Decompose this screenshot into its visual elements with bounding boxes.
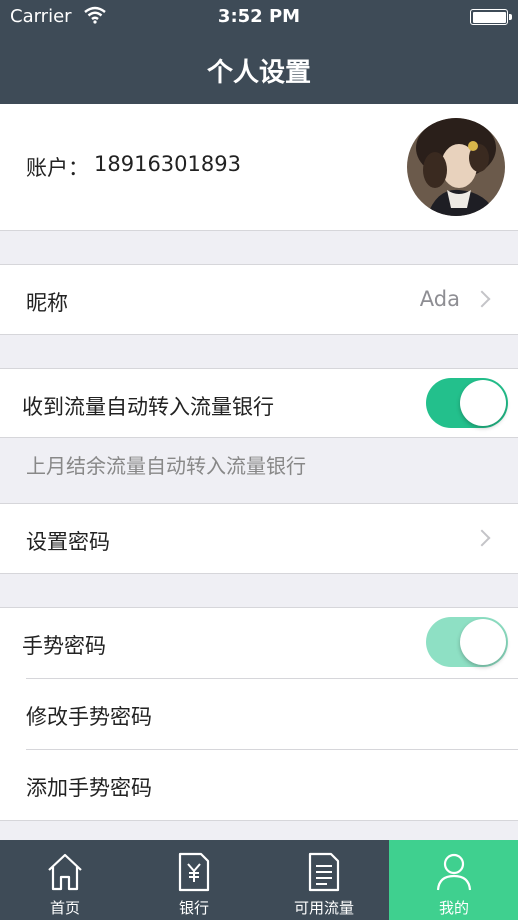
nav-bar: 个人设置 — [0, 34, 518, 104]
battery-icon — [470, 9, 512, 25]
page-title: 个人设置 — [206, 58, 311, 88]
gesture-toggle[interactable] — [426, 617, 508, 667]
nickname-row[interactable]: 昵称 Ada — [0, 264, 518, 335]
nickname-value: Ada — [419, 287, 460, 311]
user-icon — [436, 853, 472, 891]
tab-bank[interactable]: 银行 — [129, 840, 259, 920]
gesture-label: 手势密码 — [22, 634, 106, 658]
tab-label: 我的 — [438, 899, 469, 917]
avatar[interactable] — [407, 118, 505, 216]
status-bar: Carrier 3:52 PM — [0, 0, 518, 34]
bank-doc-icon — [178, 852, 210, 892]
add-gesture-row[interactable]: 添加手势密码 — [0, 750, 518, 820]
gesture-group: 手势密码 修改手势密码 添加手势密码 — [0, 607, 518, 821]
account-number: 18916301893 — [94, 152, 241, 176]
tab-mine[interactable]: 我的 — [389, 840, 518, 920]
tab-available-data[interactable]: 可用流量 — [259, 840, 389, 920]
tab-label: 可用流量 — [293, 899, 354, 917]
nickname-label: 昵称 — [26, 291, 68, 315]
auto-transfer-toggle[interactable] — [426, 378, 508, 428]
account-row: 账户： 18916301893 — [0, 104, 518, 231]
modify-gesture-row[interactable]: 修改手势密码 — [0, 679, 518, 749]
set-password-label: 设置密码 — [26, 530, 110, 554]
modify-gesture-label: 修改手势密码 — [26, 705, 152, 729]
set-password-row[interactable]: 设置密码 — [0, 503, 518, 574]
add-gesture-label: 添加手势密码 — [26, 776, 152, 800]
toggle-knob — [460, 619, 506, 665]
auto-transfer-note: 上月结余流量自动转入流量银行 — [26, 454, 306, 478]
chevron-right-icon — [473, 290, 491, 308]
home-icon — [48, 853, 82, 891]
toggle-knob — [460, 380, 506, 426]
chevron-right-icon — [473, 529, 491, 547]
tab-label: 首页 — [49, 899, 80, 917]
auto-transfer-label: 收到流量自动转入流量银行 — [22, 395, 274, 419]
document-icon — [308, 852, 340, 892]
tab-home[interactable]: 首页 — [0, 840, 130, 920]
clock: 3:52 PM — [217, 6, 301, 27]
tab-label: 银行 — [178, 899, 209, 917]
tab-bar: 首页 银行 可用流量 我的 — [0, 840, 518, 920]
account-label: 账户： — [26, 156, 89, 180]
auto-transfer-row: 收到流量自动转入流量银行 — [0, 368, 518, 438]
